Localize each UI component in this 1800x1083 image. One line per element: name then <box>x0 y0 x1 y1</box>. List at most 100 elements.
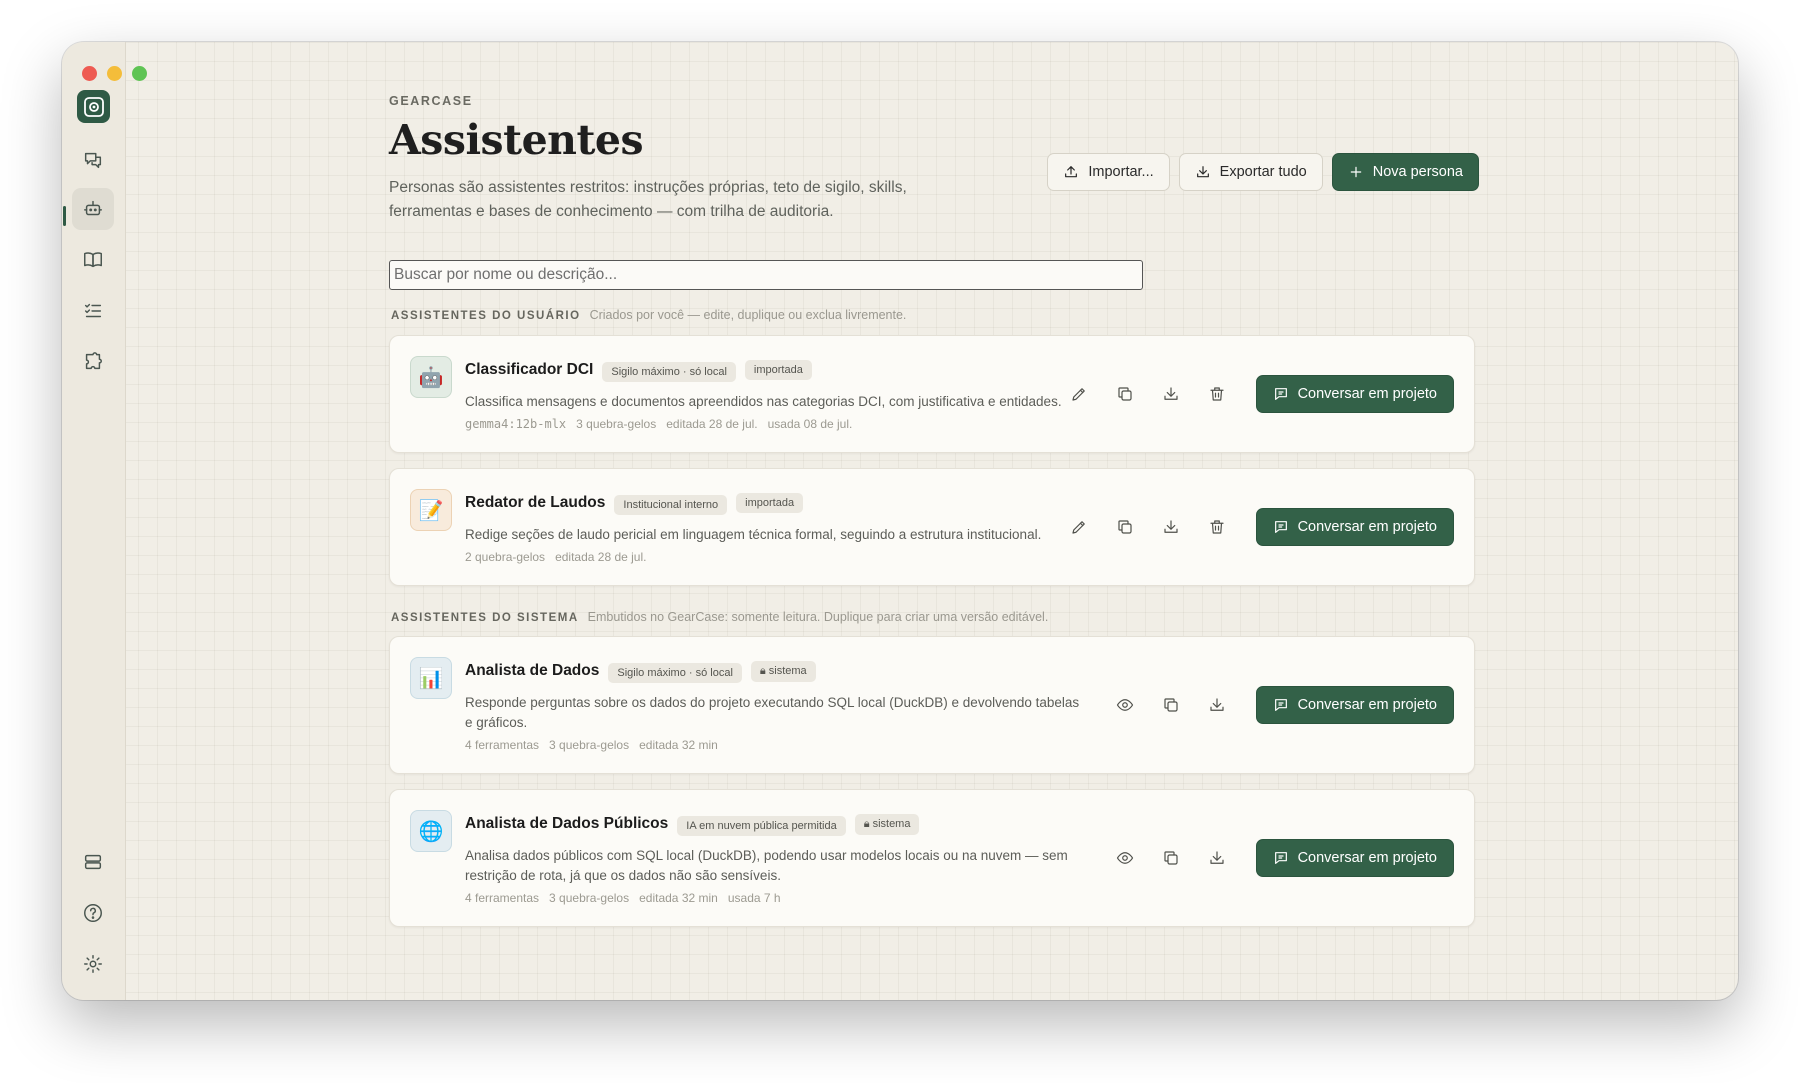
eye-icon <box>1116 852 1133 864</box>
assistant-description: Responde perguntas sobre os dados do pro… <box>465 695 1080 730</box>
card-body: Analista de Dados Públicos IA em nuvem p… <box>465 812 1085 905</box>
chat-in-project-button[interactable]: Conversar em projeto <box>1255 375 1454 413</box>
maximize-window-button[interactable] <box>132 66 147 81</box>
assistant-card: 📊 Analista de Dados Sigilo máximo · só l… <box>389 636 1475 774</box>
sidebar-item-chats[interactable] <box>72 139 114 181</box>
sidebar-item-assistants[interactable] <box>72 188 114 230</box>
duplicate-button[interactable] <box>1152 839 1190 877</box>
export-all-button[interactable]: Exportar tudo <box>1178 153 1323 191</box>
chat-label: Conversar em projeto <box>1297 519 1437 535</box>
view-button[interactable] <box>1106 686 1144 724</box>
gear-icon <box>84 955 102 973</box>
download-button[interactable] <box>1152 375 1190 413</box>
system-badge-label: sistema <box>768 664 807 677</box>
edit-button[interactable] <box>1060 508 1098 546</box>
icebreaker-count: 3 quebra-gelos <box>549 738 630 752</box>
sidebar-item-storage[interactable] <box>72 841 114 883</box>
used-date: usada 7 h <box>727 891 781 905</box>
system-badge: 🔒︎ sistema <box>854 813 920 835</box>
section-desc: Criados por você — edite, duplique ou ex… <box>589 308 907 322</box>
assistant-card: 📝 Redator de Laudos Institucional intern… <box>389 468 1475 586</box>
delete-button[interactable] <box>1198 375 1236 413</box>
chat-icon <box>1274 852 1287 864</box>
pencil-icon <box>1071 521 1085 534</box>
help-icon <box>84 904 102 922</box>
import-button[interactable]: Importar... <box>1047 153 1170 191</box>
assistant-meta: 4 ferramentas 3 quebra-gelos editada 32 … <box>465 738 1085 752</box>
assistant-description: Analisa dados públicos com SQL local (Du… <box>465 848 1068 883</box>
assistant-name: Redator de Laudos <box>465 494 606 511</box>
duplicate-button[interactable] <box>1106 508 1144 546</box>
robot-icon: 🤖 <box>410 356 452 398</box>
sidebar-item-knowledge[interactable] <box>72 239 114 281</box>
import-label: Importar... <box>1088 164 1154 180</box>
card-actions: Conversar em projeto <box>1060 375 1454 413</box>
view-button[interactable] <box>1106 839 1144 877</box>
robot-icon <box>84 200 102 216</box>
card-actions: Conversar em projeto <box>1060 508 1454 546</box>
server-icon <box>84 854 102 870</box>
duplicate-button[interactable] <box>1152 686 1190 724</box>
system-badge: 🔒︎ sistema <box>750 660 816 682</box>
origin-badge: importada <box>736 493 804 513</box>
delete-button[interactable] <box>1198 508 1236 546</box>
lock-icon: 🔒︎ <box>759 664 766 677</box>
new-persona-label: Nova persona <box>1372 164 1463 180</box>
chat-in-project-button[interactable]: Conversar em projeto <box>1255 508 1454 546</box>
sidebar-item-tasks[interactable] <box>72 290 114 332</box>
copy-icon <box>1163 698 1178 712</box>
search-input[interactable] <box>389 260 1143 290</box>
chat-icon <box>1274 388 1287 400</box>
sidebar-item-plugins[interactable] <box>72 341 114 383</box>
tools-count: 4 ferramentas <box>465 891 540 905</box>
card-body: Redator de Laudos Institucional interno … <box>465 491 1085 564</box>
download-icon <box>1209 698 1224 711</box>
tools-count: 4 ferramentas <box>465 738 540 752</box>
edit-button[interactable] <box>1060 375 1098 413</box>
section-title: ASSISTENTES DO SISTEMA <box>391 612 579 624</box>
active-indicator <box>63 206 66 226</box>
section-user-assistants: ASSISTENTES DO USUÁRIO Criados por você … <box>391 308 906 322</box>
memo-icon: 📝 <box>410 489 452 531</box>
brand-label: GEARCASE <box>389 94 473 108</box>
card-actions: Conversar em projeto <box>1106 839 1454 877</box>
chat-label: Conversar em projeto <box>1297 850 1437 866</box>
download-icon <box>1163 387 1178 400</box>
secrecy-badge: IA em nuvem pública permitida <box>677 816 846 836</box>
assistant-meta: 2 quebra-gelos editada 28 de jul. <box>465 550 1085 564</box>
assistant-card: 🤖 Classificador DCI Sigilo máximo · só l… <box>389 335 1475 453</box>
chat-label: Conversar em projeto <box>1297 697 1437 713</box>
download-button[interactable] <box>1198 839 1236 877</box>
download-button[interactable] <box>1198 686 1236 724</box>
assistant-name: Classificador DCI <box>465 361 594 378</box>
chat-in-project-button[interactable]: Conversar em projeto <box>1255 839 1454 877</box>
download-icon <box>1163 520 1178 533</box>
duplicate-button[interactable] <box>1106 375 1144 413</box>
plus-icon <box>1350 166 1361 178</box>
app-window: GEARCASE Assistentes Personas são assist… <box>62 42 1738 1000</box>
main-content: GEARCASE Assistentes Personas são assist… <box>389 42 1479 1000</box>
icebreaker-count: 3 quebra-gelos <box>576 417 657 431</box>
chat-icon <box>1274 521 1287 533</box>
chat-in-project-button[interactable]: Conversar em projeto <box>1255 686 1454 724</box>
section-title: ASSISTENTES DO USUÁRIO <box>391 310 581 322</box>
secrecy-badge: Sigilo máximo · só local <box>602 362 736 382</box>
bar-chart-icon: 📊 <box>410 657 452 699</box>
download-button[interactable] <box>1152 508 1190 546</box>
system-badge-label: sistema <box>872 817 911 830</box>
minimize-window-button[interactable] <box>107 66 122 81</box>
sidebar-item-settings[interactable] <box>72 943 114 985</box>
new-persona-button[interactable]: Nova persona <box>1331 153 1479 191</box>
close-window-button[interactable] <box>82 66 97 81</box>
assistant-meta: gemma4:12b-mlx 3 quebra-gelos editada 28… <box>465 417 1085 431</box>
model-name: gemma4:12b-mlx <box>465 417 567 431</box>
card-body: Analista de Dados Sigilo máximo · só loc… <box>465 659 1085 752</box>
edited-date: editada 28 de jul. <box>666 417 758 431</box>
assistant-description: Classifica mensagens e documentos apreen… <box>465 394 1062 409</box>
download-icon <box>1196 166 1209 178</box>
puzzle-icon <box>85 352 102 370</box>
sidebar-item-help[interactable] <box>72 892 114 934</box>
app-logo[interactable] <box>77 90 110 123</box>
trash-icon <box>1209 387 1224 401</box>
origin-badge: importada <box>744 360 812 380</box>
